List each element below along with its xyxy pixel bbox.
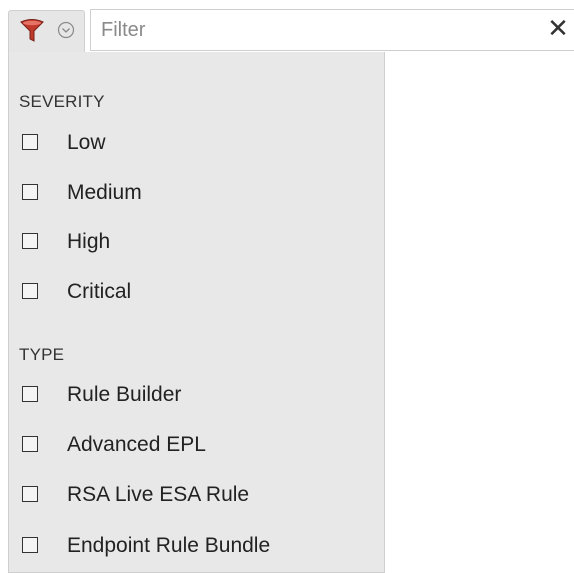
clear-icon[interactable]: ✕ <box>547 16 569 42</box>
option-rule-builder[interactable]: Rule Builder <box>9 373 384 419</box>
option-label: RSA Live ESA Rule <box>67 483 250 506</box>
option-label: Advanced EPL <box>67 433 206 456</box>
filter-search-input[interactable] <box>90 9 574 51</box>
section-header-type: TYPE <box>19 345 65 364</box>
option-label: High <box>67 230 111 253</box>
checkbox[interactable] <box>22 184 38 200</box>
checkbox[interactable] <box>22 486 38 502</box>
checkbox[interactable] <box>22 134 38 150</box>
filter-dropdown-panel: SEVERITY Low Medium High Critical TYPE R… <box>8 52 385 573</box>
option-high[interactable]: High <box>9 220 384 266</box>
option-label: Rule Builder <box>67 383 182 406</box>
checkbox[interactable] <box>22 537 38 553</box>
option-low[interactable]: Low <box>9 121 384 167</box>
section-header-severity: SEVERITY <box>19 92 105 111</box>
chevron-down-circle-icon[interactable] <box>57 21 75 39</box>
option-endpoint-rule-bundle[interactable]: Endpoint Rule Bundle <box>9 524 384 570</box>
filter-bar: ✕ <box>0 0 574 54</box>
option-label: Medium <box>67 181 142 204</box>
option-critical[interactable]: Critical <box>9 270 384 316</box>
checkbox[interactable] <box>22 386 38 402</box>
checkbox[interactable] <box>22 283 38 299</box>
option-label: Low <box>67 131 106 154</box>
checkbox[interactable] <box>22 436 38 452</box>
option-advanced-epl[interactable]: Advanced EPL <box>9 423 384 469</box>
option-rsa-live-esa-rule[interactable]: RSA Live ESA Rule <box>9 473 384 519</box>
checkbox[interactable] <box>22 233 38 249</box>
option-label: Critical <box>67 280 132 303</box>
option-medium[interactable]: Medium <box>9 171 384 217</box>
option-label: Endpoint Rule Bundle <box>67 534 271 557</box>
filter-toggle-button[interactable] <box>8 10 85 52</box>
funnel-icon[interactable] <box>19 18 45 44</box>
